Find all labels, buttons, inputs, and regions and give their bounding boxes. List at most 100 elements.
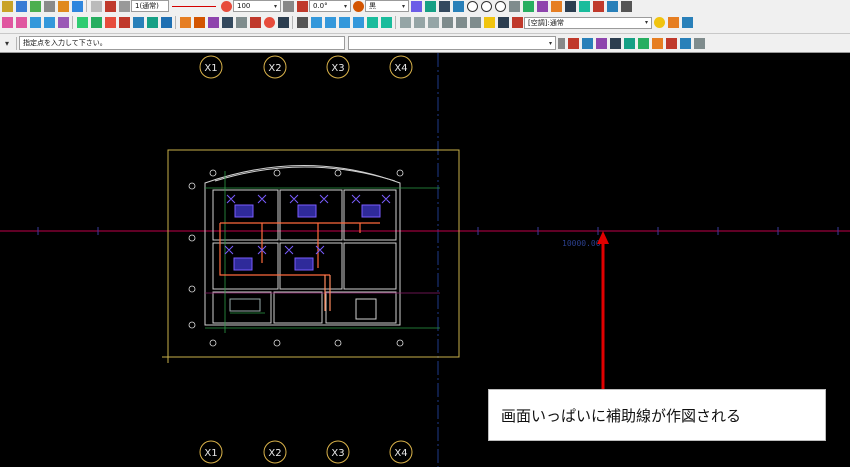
- ac-unit: [234, 204, 254, 218]
- snap-midpoint-icon[interactable]: [581, 37, 593, 49]
- dimension-icon[interactable]: [508, 0, 520, 12]
- grid-label: X4: [394, 448, 407, 459]
- zoom-icon[interactable]: [282, 0, 294, 12]
- text-icon[interactable]: [536, 0, 548, 12]
- command-bar: ▾ 指定点を入力して下さい。 ▾: [0, 34, 850, 53]
- duct-icon[interactable]: [1, 17, 13, 28]
- layer-settings-icon[interactable]: [681, 17, 693, 28]
- arc-icon[interactable]: [480, 0, 492, 12]
- fan-icon[interactable]: [90, 17, 102, 28]
- duct-branch-icon[interactable]: [15, 17, 27, 28]
- hatch-icon[interactable]: [522, 0, 534, 12]
- symbol-icon[interactable]: [550, 0, 562, 12]
- room-8: [273, 291, 323, 324]
- move-icon[interactable]: [578, 0, 590, 12]
- measure-icon[interactable]: [424, 0, 436, 12]
- polyline-icon[interactable]: [452, 0, 464, 12]
- layer-select[interactable]: [空調]:通常 ▾: [524, 16, 652, 29]
- equipment-icon[interactable]: [76, 17, 88, 28]
- box-down-icon[interactable]: [427, 17, 439, 28]
- ac-unit: [233, 257, 253, 271]
- ac-unit: [294, 257, 314, 271]
- line-color-preview: [172, 5, 216, 7]
- snap-grid-icon[interactable]: [595, 37, 607, 49]
- microphone-icon[interactable]: [557, 37, 565, 49]
- pen-icon[interactable]: [104, 0, 116, 12]
- insulation-icon[interactable]: [193, 17, 205, 28]
- struct-icon[interactable]: [441, 17, 453, 28]
- ellipse-icon[interactable]: [494, 0, 506, 12]
- grid-icon[interactable]: [43, 0, 55, 12]
- grid-label: X2: [268, 63, 281, 74]
- trim-icon[interactable]: [592, 0, 604, 12]
- pipe-branch-icon[interactable]: [43, 17, 55, 28]
- snap-intersection-icon[interactable]: [623, 37, 635, 49]
- section-icon[interactable]: [221, 17, 233, 28]
- elbow-icon[interactable]: [366, 17, 378, 28]
- elevation-icon[interactable]: [235, 17, 247, 28]
- building-outline: [204, 165, 401, 326]
- grid-label: X3: [331, 63, 344, 74]
- layer-icon[interactable]: [15, 0, 27, 12]
- chevron-down-icon[interactable]: ▾: [2, 38, 13, 49]
- route-end-icon[interactable]: [352, 17, 364, 28]
- layer-lock-icon[interactable]: [667, 17, 679, 28]
- snap-parallel-icon[interactable]: [679, 37, 691, 49]
- hanger-icon[interactable]: [179, 17, 191, 28]
- circle-target-icon[interactable]: [263, 17, 275, 28]
- undo-icon[interactable]: [29, 0, 41, 12]
- palette-icon[interactable]: [220, 0, 232, 12]
- circle-icon[interactable]: [466, 0, 478, 12]
- offset-icon[interactable]: [606, 0, 618, 12]
- grid-label: X4: [394, 63, 407, 74]
- chevron-down-icon: ▾: [548, 39, 552, 47]
- layer-list-icon[interactable]: [497, 17, 509, 28]
- snap-settings-icon[interactable]: [693, 37, 705, 49]
- route-tee-icon[interactable]: [338, 17, 350, 28]
- snap-perpendicular-icon[interactable]: [651, 37, 663, 49]
- snap-icon[interactable]: [57, 0, 69, 12]
- property-icon[interactable]: [483, 17, 495, 28]
- line-type-select[interactable]: 1(通常): [131, 0, 169, 12]
- room-7: [212, 291, 272, 324]
- copy-icon[interactable]: [564, 0, 576, 12]
- grille-icon[interactable]: [146, 17, 158, 28]
- rotate-icon[interactable]: [296, 0, 308, 12]
- angle-select[interactable]: 0.0° ▾: [309, 0, 351, 12]
- diffuser-icon[interactable]: [132, 17, 144, 28]
- slash-icon[interactable]: [296, 17, 308, 28]
- box-icon[interactable]: [399, 17, 411, 28]
- line-icon[interactable]: [438, 0, 450, 12]
- link-icon[interactable]: [277, 17, 289, 28]
- snap-nearest-icon[interactable]: [637, 37, 649, 49]
- layer-color-icon[interactable]: [511, 17, 523, 28]
- minus-icon[interactable]: [118, 0, 130, 12]
- check-icon[interactable]: [249, 17, 261, 28]
- column-icon[interactable]: [469, 17, 481, 28]
- fitting-icon[interactable]: [57, 17, 69, 28]
- box-up-icon[interactable]: [413, 17, 425, 28]
- route-branch-icon[interactable]: [324, 17, 336, 28]
- pointer-icon[interactable]: [1, 0, 13, 12]
- reducer-icon[interactable]: [380, 17, 392, 28]
- annotation-arrow: [597, 231, 609, 390]
- hand-icon[interactable]: [410, 0, 422, 12]
- layer-on-icon[interactable]: [653, 17, 665, 28]
- refresh-icon[interactable]: [71, 0, 83, 12]
- frame-icon[interactable]: [90, 0, 102, 12]
- pipe-icon[interactable]: [29, 17, 41, 28]
- snap-endpoint-icon[interactable]: [567, 37, 579, 49]
- valve-icon[interactable]: [104, 17, 116, 28]
- route-icon[interactable]: [310, 17, 322, 28]
- arrow-icon[interactable]: [620, 0, 632, 12]
- scale-select[interactable]: 100 ▾: [233, 0, 281, 12]
- beam-icon[interactable]: [455, 17, 467, 28]
- damper-icon[interactable]: [118, 17, 130, 28]
- snap-center-icon[interactable]: [609, 37, 621, 49]
- color-icon[interactable]: [352, 0, 364, 12]
- snap-tangent-icon[interactable]: [665, 37, 677, 49]
- support-icon[interactable]: [207, 17, 219, 28]
- sleeve-icon[interactable]: [160, 17, 172, 28]
- command-input[interactable]: ▾: [348, 36, 556, 50]
- color-select[interactable]: 黒 ▾: [365, 0, 409, 12]
